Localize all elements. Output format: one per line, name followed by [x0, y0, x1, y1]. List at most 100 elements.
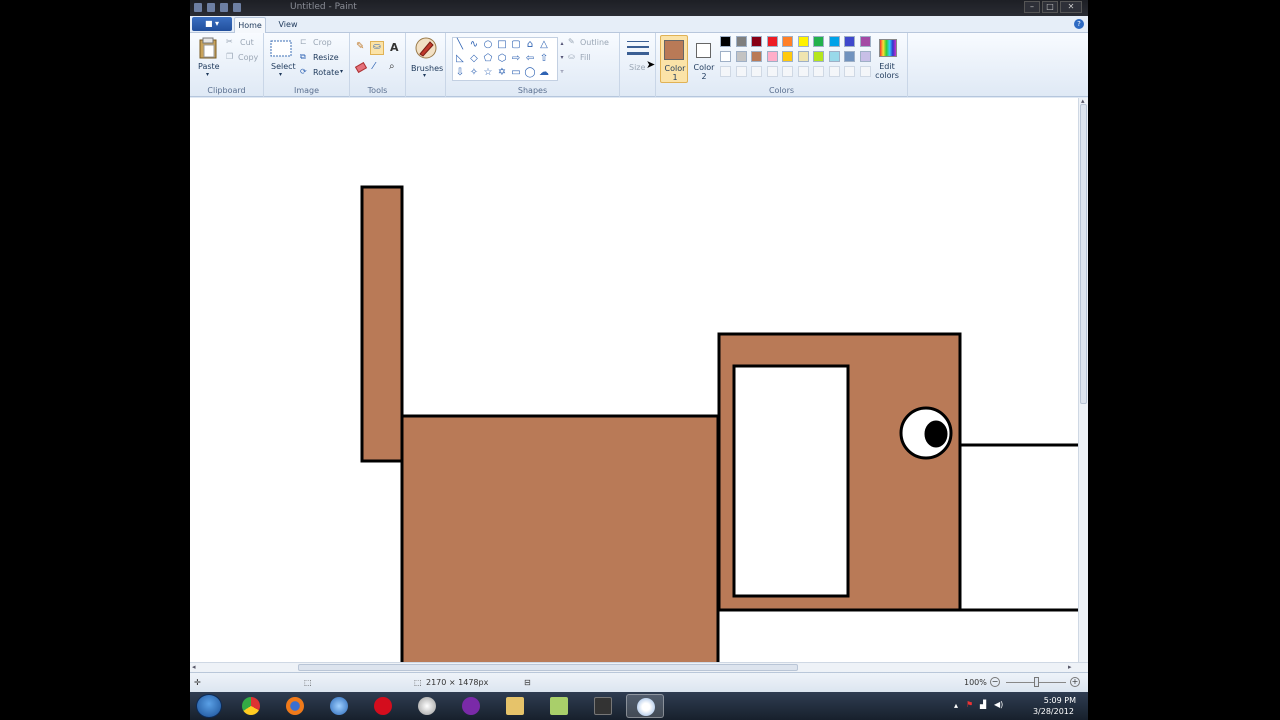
custom-color-slot[interactable] — [720, 66, 731, 77]
palette-swatch[interactable] — [844, 36, 855, 47]
oval-shape-icon[interactable]: ○ — [482, 39, 494, 51]
taskbar-chrome[interactable] — [232, 694, 270, 718]
taskbar-opera[interactable] — [364, 694, 402, 718]
palette-swatch[interactable] — [813, 36, 824, 47]
minimize-button[interactable]: – — [1024, 1, 1040, 13]
volume-icon[interactable]: ◀) — [994, 700, 1003, 709]
drawing-canvas[interactable] — [190, 98, 1078, 662]
rotate-button[interactable]: ⟳ Rotate ▾ — [300, 67, 346, 79]
palette-swatch[interactable] — [751, 36, 762, 47]
close-button[interactable]: ✕ — [1060, 1, 1082, 13]
custom-color-slot[interactable] — [844, 66, 855, 77]
scroll-left-icon[interactable]: ◂ — [192, 663, 196, 671]
palette-swatch[interactable] — [766, 51, 778, 62]
taskbar-firefox[interactable] — [276, 694, 314, 718]
palette-swatch[interactable] — [751, 51, 762, 62]
taskbar-media[interactable] — [408, 694, 446, 718]
custom-color-slot[interactable] — [859, 66, 871, 77]
pencil-tool[interactable]: ✎ — [354, 41, 368, 55]
crop-button[interactable]: ⊏ Crop — [300, 37, 346, 49]
paste-button[interactable]: Paste ▾ — [196, 35, 220, 81]
custom-color-slot[interactable] — [813, 66, 824, 77]
shapes-scroll[interactable]: ▴ ▾ ▿ — [558, 37, 566, 81]
rectangle-shape-icon[interactable]: □ — [496, 39, 508, 51]
network-flag-icon[interactable]: ⚑ — [966, 700, 973, 709]
right-triangle-shape-icon[interactable]: ◺ — [454, 53, 466, 65]
vertical-scrollbar[interactable]: ▴ — [1078, 97, 1088, 662]
tab-home[interactable]: Home — [234, 17, 266, 33]
scroll-right-icon[interactable]: ▸ — [1068, 663, 1072, 671]
five-point-star-shape-icon[interactable]: ☆ — [482, 67, 494, 79]
cut-button[interactable]: ✂ Cut — [226, 37, 260, 49]
six-point-star-shape-icon[interactable]: ✡ — [496, 67, 508, 79]
signal-icon[interactable]: ▟ — [980, 700, 986, 709]
palette-swatch[interactable] — [720, 36, 731, 47]
oval-callout-shape-icon[interactable]: ◯ — [524, 67, 536, 79]
paint-menu-button[interactable]: ■ ▾ — [192, 17, 232, 31]
palette-swatch[interactable] — [720, 51, 731, 62]
line-shape-icon[interactable]: ╲ — [454, 39, 466, 51]
palette-swatch[interactable] — [828, 51, 840, 62]
right-arrow-shape-icon[interactable]: ⇨ — [510, 53, 522, 65]
taskbar-console[interactable] — [584, 694, 622, 718]
palette-swatch[interactable] — [782, 36, 793, 47]
outline-button[interactable]: ✎ Outline — [568, 37, 618, 49]
maximize-button[interactable]: □ — [1042, 1, 1058, 13]
hexagon-shape-icon[interactable]: ⬡ — [496, 53, 508, 65]
palette-swatch[interactable] — [782, 51, 793, 62]
rect-callout-shape-icon[interactable]: ▭ — [510, 67, 522, 79]
clock-date[interactable]: 3/28/2012 — [1033, 707, 1074, 716]
palette-swatch[interactable] — [859, 36, 871, 47]
color1-button[interactable]: Color 1 — [660, 35, 688, 83]
cloud-callout-shape-icon[interactable]: ☁ — [538, 67, 550, 79]
palette-swatch[interactable] — [797, 51, 809, 62]
palette-swatch[interactable] — [797, 36, 809, 47]
color-picker-tool[interactable]: ⁄ — [370, 61, 384, 75]
start-button[interactable] — [196, 694, 222, 718]
show-hidden-icons[interactable]: ▴ — [954, 701, 958, 710]
vertical-scroll-thumb[interactable] — [1080, 104, 1087, 404]
rounded-rectangle-shape-icon[interactable]: ▢ — [510, 39, 522, 51]
zoom-in-button[interactable]: + — [1070, 677, 1080, 687]
clock-time[interactable]: 5:09 PM — [1044, 696, 1076, 705]
brushes-button[interactable]: Brushes ▾ — [408, 36, 444, 82]
custom-color-slot[interactable] — [828, 66, 840, 77]
zoom-out-button[interactable]: − — [990, 677, 1000, 687]
palette-swatch[interactable] — [828, 36, 840, 47]
redo-icon[interactable] — [233, 3, 241, 12]
triangle-shape-icon[interactable]: △ — [538, 39, 550, 51]
custom-color-slot[interactable] — [797, 66, 809, 77]
palette-swatch[interactable] — [813, 51, 824, 62]
save-icon[interactable] — [207, 3, 215, 12]
up-arrow-shape-icon[interactable]: ⇧ — [538, 53, 550, 65]
taskbar-explorer[interactable] — [496, 694, 534, 718]
resize-button[interactable]: ⧉ Resize — [300, 52, 346, 64]
color2-button[interactable]: Color 2 — [690, 35, 718, 83]
help-icon[interactable]: ? — [1074, 19, 1084, 29]
curve-shape-icon[interactable]: ∿ — [468, 39, 480, 51]
taskbar-ie[interactable] — [320, 694, 358, 718]
select-button[interactable]: Select ▾ — [268, 37, 296, 81]
custom-color-slot[interactable] — [782, 66, 793, 77]
pentagon-shape-icon[interactable]: ⬠ — [482, 53, 494, 65]
edit-colors-button[interactable]: Edit colors — [870, 35, 904, 83]
text-tool[interactable]: A — [387, 41, 401, 55]
palette-swatch[interactable] — [859, 51, 871, 62]
copy-button[interactable]: ❐ Copy — [226, 52, 260, 64]
zoom-slider-thumb[interactable] — [1034, 677, 1039, 687]
taskbar-messenger[interactable] — [452, 694, 490, 718]
taskbar-paint[interactable] — [626, 694, 664, 718]
custom-color-slot[interactable] — [751, 66, 762, 77]
down-arrow-shape-icon[interactable]: ⇩ — [454, 67, 466, 79]
fill-button[interactable]: ⛀ Fill — [568, 52, 618, 64]
custom-color-slot[interactable] — [735, 66, 747, 77]
taskbar-notes[interactable] — [540, 694, 578, 718]
left-arrow-shape-icon[interactable]: ⇦ — [524, 53, 536, 65]
palette-swatch[interactable] — [735, 36, 747, 47]
tab-view[interactable]: View — [272, 17, 304, 33]
magnifier-tool[interactable]: ⌕ — [387, 61, 401, 75]
horizontal-scroll-thumb[interactable] — [298, 664, 798, 671]
four-point-star-shape-icon[interactable]: ✧ — [468, 67, 480, 79]
fill-tool[interactable]: ⛀ — [370, 41, 384, 55]
horizontal-scrollbar[interactable]: ◂ ▸ — [190, 662, 1088, 672]
